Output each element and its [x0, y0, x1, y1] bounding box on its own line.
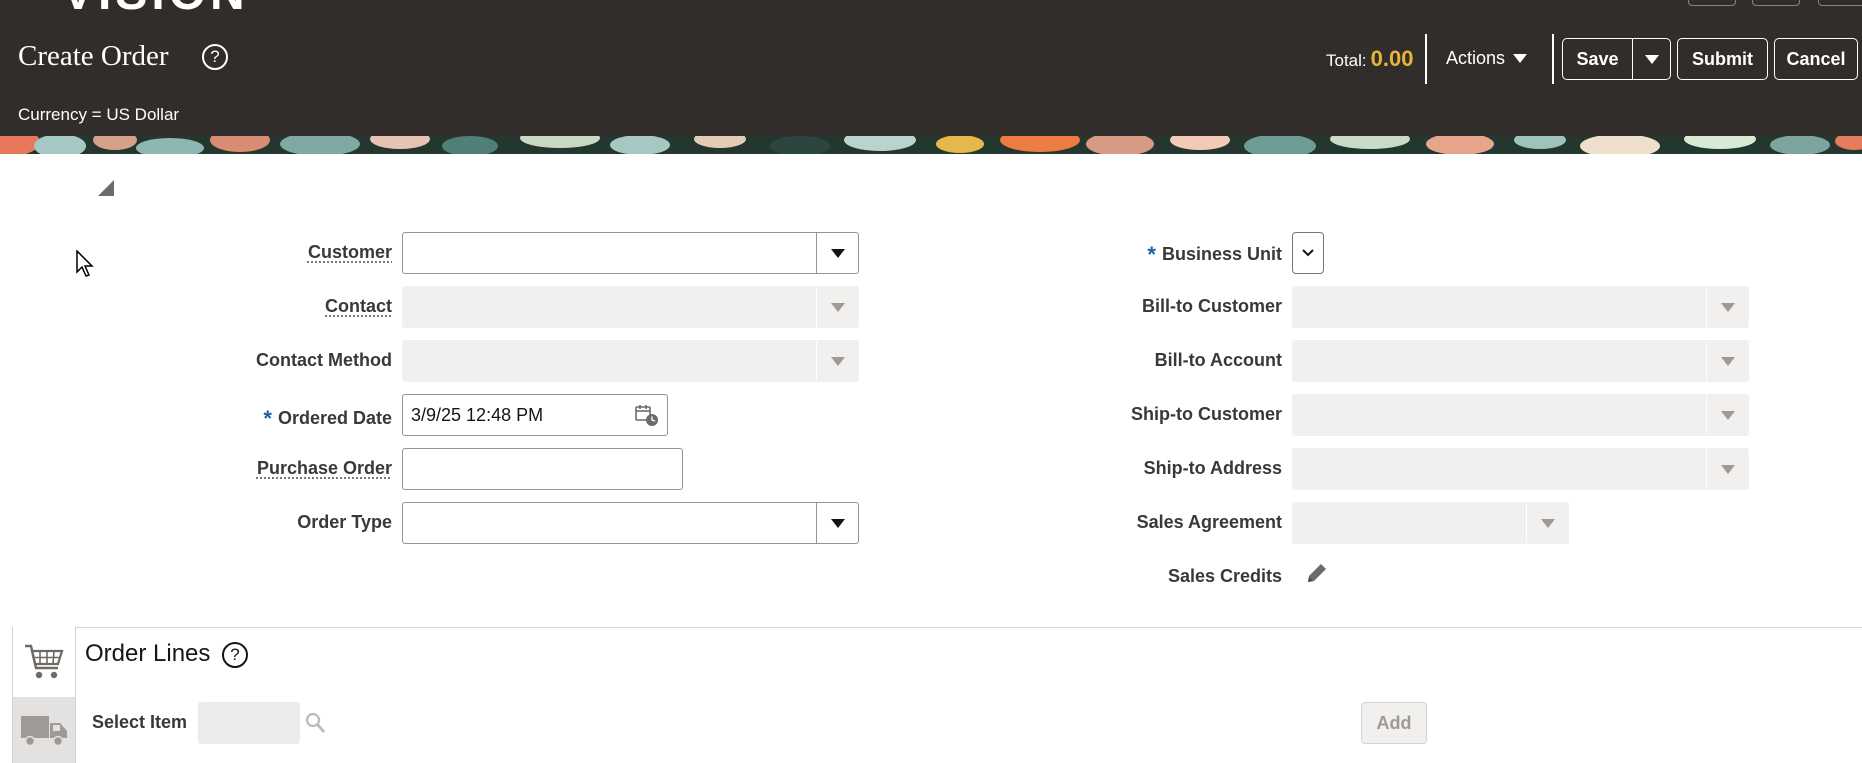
header-mini-button-3[interactable]: [1818, 0, 1862, 6]
ship-to-address-dropdown-button: [1706, 449, 1748, 489]
cancel-button[interactable]: Cancel: [1774, 38, 1858, 80]
page-title: Create Order: [18, 40, 169, 73]
dropdown-arrow-icon: [1721, 465, 1735, 474]
truck-icon: [19, 710, 69, 750]
add-button: Add: [1361, 702, 1427, 744]
header-divider: [1425, 34, 1427, 84]
contact-method-dropdown-button: [816, 341, 858, 381]
header-mini-button-2[interactable]: [1752, 0, 1800, 6]
ship-to-customer-combobox: [1292, 394, 1749, 436]
purchase-order-label[interactable]: Purchase Order: [257, 458, 392, 479]
order-total: Total: 0.00: [1326, 46, 1413, 72]
sales-agreement-dropdown-button: [1526, 503, 1568, 543]
header-divider: [1552, 34, 1554, 84]
header-mini-button-1[interactable]: [1688, 0, 1736, 6]
help-icon[interactable]: ?: [222, 642, 248, 668]
order-lines-tab[interactable]: [12, 627, 76, 697]
contact-dropdown-button: [816, 287, 858, 327]
help-icon[interactable]: ?: [202, 44, 228, 70]
ordered-date-field[interactable]: 3/9/25 12:48 PM: [402, 394, 668, 436]
business-unit-label: * Business Unit: [1147, 240, 1282, 266]
customer-dropdown-button[interactable]: [816, 233, 858, 273]
ship-to-customer-label: Ship-to Customer: [1131, 404, 1282, 425]
contact-label[interactable]: Contact: [325, 296, 392, 317]
bill-to-account-combobox: [1292, 340, 1749, 382]
order-type-combobox[interactable]: [402, 502, 859, 544]
customer-label[interactable]: Customer: [308, 242, 392, 263]
cart-icon: [22, 640, 66, 684]
contact-method-combobox: [402, 340, 859, 382]
customer-combobox[interactable]: [402, 232, 859, 274]
sales-agreement-combobox: [1292, 502, 1569, 544]
contact-combobox: [402, 286, 859, 328]
dropdown-arrow-icon: [1721, 357, 1735, 366]
currency-label: Currency = US Dollar: [18, 105, 179, 125]
calendar-clock-icon[interactable]: [627, 403, 667, 427]
required-indicator: *: [263, 406, 272, 431]
dropdown-arrow-icon: [1721, 411, 1735, 420]
pencil-icon[interactable]: [1304, 560, 1330, 591]
bill-to-account-label: Bill-to Account: [1155, 350, 1282, 371]
select-item-input[interactable]: [198, 702, 300, 744]
sales-agreement-label: Sales Agreement: [1137, 512, 1282, 533]
dropdown-arrow-icon: [831, 303, 845, 312]
order-lines-title: Order Lines: [85, 640, 210, 668]
bill-to-customer-combobox: [1292, 286, 1749, 328]
bill-to-customer-dropdown-button: [1706, 287, 1748, 327]
purchase-order-field[interactable]: [402, 448, 683, 490]
decorative-banner: [0, 136, 1862, 154]
chevron-down-icon: [1301, 248, 1315, 258]
dropdown-arrow-icon: [831, 519, 845, 528]
dropdown-arrow-icon: [1645, 55, 1659, 64]
dropdown-arrow-icon: [831, 357, 845, 366]
business-unit-select[interactable]: [1292, 232, 1324, 274]
save-button[interactable]: Save: [1563, 39, 1633, 79]
ordered-date-label: * Ordered Date: [263, 404, 392, 430]
total-value: 0.00: [1371, 46, 1414, 72]
cursor-arrow-icon: [76, 250, 96, 283]
shipments-tab[interactable]: [12, 697, 76, 763]
ordered-date-label-text: Ordered Date: [278, 408, 392, 428]
bill-to-account-dropdown-button: [1706, 341, 1748, 381]
required-indicator: *: [1147, 242, 1156, 267]
total-label: Total:: [1326, 51, 1367, 71]
sales-credits-label: Sales Credits: [1168, 566, 1282, 587]
collapse-section-toggle[interactable]: [98, 180, 114, 196]
dropdown-arrow-icon: [831, 249, 845, 258]
select-item-label: Select Item: [92, 712, 187, 733]
save-options-button[interactable]: [1633, 39, 1670, 79]
ship-to-customer-dropdown-button: [1706, 395, 1748, 435]
search-icon[interactable]: [304, 711, 326, 740]
ordered-date-input[interactable]: 3/9/25 12:48 PM: [403, 405, 627, 426]
submit-button[interactable]: Submit: [1677, 38, 1768, 80]
dropdown-arrow-icon: [1541, 519, 1555, 528]
page-header: VISION Create Order ? Currency = US Doll…: [0, 0, 1862, 136]
ship-to-address-label: Ship-to Address: [1144, 458, 1282, 479]
save-split-button: Save: [1562, 38, 1671, 80]
contact-method-label: Contact Method: [256, 350, 392, 371]
actions-label: Actions: [1446, 48, 1505, 69]
bill-to-customer-label: Bill-to Customer: [1142, 296, 1282, 317]
business-unit-label-text: Business Unit: [1162, 244, 1282, 264]
order-lines-divider: [12, 627, 1862, 628]
ship-to-address-combobox: [1292, 448, 1749, 490]
actions-menu-button[interactable]: Actions: [1446, 48, 1527, 69]
brand-logo: VISION: [62, 0, 249, 21]
order-type-dropdown-button[interactable]: [816, 503, 858, 543]
dropdown-arrow-icon: [1721, 303, 1735, 312]
chevron-down-icon: [1513, 54, 1527, 63]
order-type-label: Order Type: [297, 512, 392, 533]
